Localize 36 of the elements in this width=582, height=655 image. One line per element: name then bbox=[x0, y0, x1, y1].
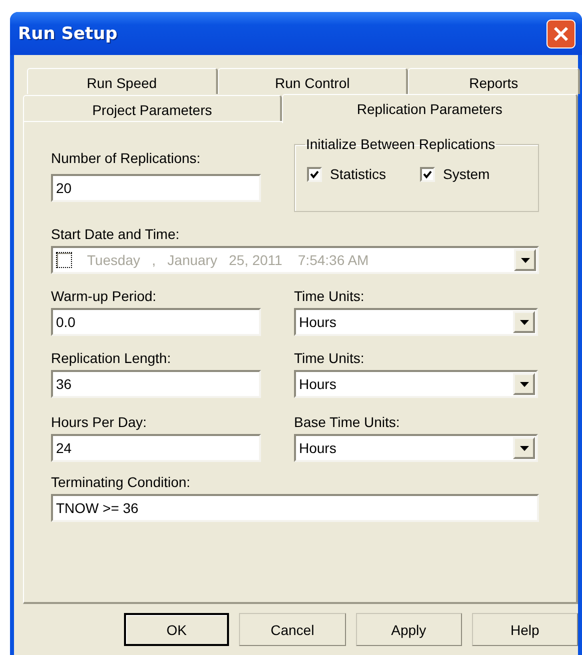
input-field[interactable]: 24 bbox=[51, 434, 261, 462]
field-label: Warm-up Period: bbox=[51, 288, 158, 305]
check-icon bbox=[423, 170, 432, 178]
check-icon bbox=[310, 170, 319, 178]
field-label: Time Units: bbox=[294, 288, 366, 305]
checkbox[interactable] bbox=[420, 166, 436, 182]
field-label: Hours Per Day: bbox=[51, 414, 148, 431]
tab[interactable]: Project Parameters bbox=[23, 95, 282, 121]
group-title: Initialize Between Replications bbox=[305, 136, 496, 152]
dialog-button[interactable]: Cancel bbox=[239, 613, 346, 646]
checkbox[interactable] bbox=[307, 166, 322, 182]
close-icon[interactable] bbox=[546, 18, 576, 48]
tab[interactable]: Run Speed bbox=[27, 68, 218, 94]
field-label: Time Units: bbox=[294, 350, 366, 367]
window-title: Run Setup bbox=[18, 24, 118, 44]
checkbox-label: Statistics bbox=[330, 166, 386, 182]
field-label: Number of Replications: bbox=[51, 150, 202, 167]
dialog-button[interactable]: OK bbox=[124, 613, 230, 646]
tab[interactable]: Reports bbox=[408, 68, 580, 94]
input-field[interactable]: 36 bbox=[51, 370, 261, 398]
dropdown[interactable]: Hours bbox=[294, 308, 538, 336]
tab[interactable]: Replication Parameters bbox=[282, 94, 578, 123]
checkbox-label: System bbox=[443, 166, 490, 182]
date-value: Tuesday , January 25, 2011 7:54:36 AM bbox=[87, 252, 369, 268]
field-label: Replication Length: bbox=[51, 350, 172, 367]
tab[interactable]: Run Control bbox=[218, 68, 408, 94]
input-field[interactable]: 0.0 bbox=[51, 308, 261, 336]
dropdown[interactable]: Hours bbox=[294, 434, 538, 462]
dialog-button[interactable]: Apply bbox=[356, 613, 462, 646]
field-label: Terminating Condition: bbox=[51, 474, 192, 491]
dropdown[interactable]: Hours bbox=[294, 370, 538, 398]
input-field[interactable]: TNOW >= 36 bbox=[51, 494, 539, 522]
input-field[interactable]: 20 bbox=[51, 174, 261, 202]
field-label: Start Date and Time: bbox=[51, 226, 180, 243]
dialog-button[interactable]: Help bbox=[472, 613, 578, 646]
field-label: Base Time Units: bbox=[294, 414, 401, 431]
